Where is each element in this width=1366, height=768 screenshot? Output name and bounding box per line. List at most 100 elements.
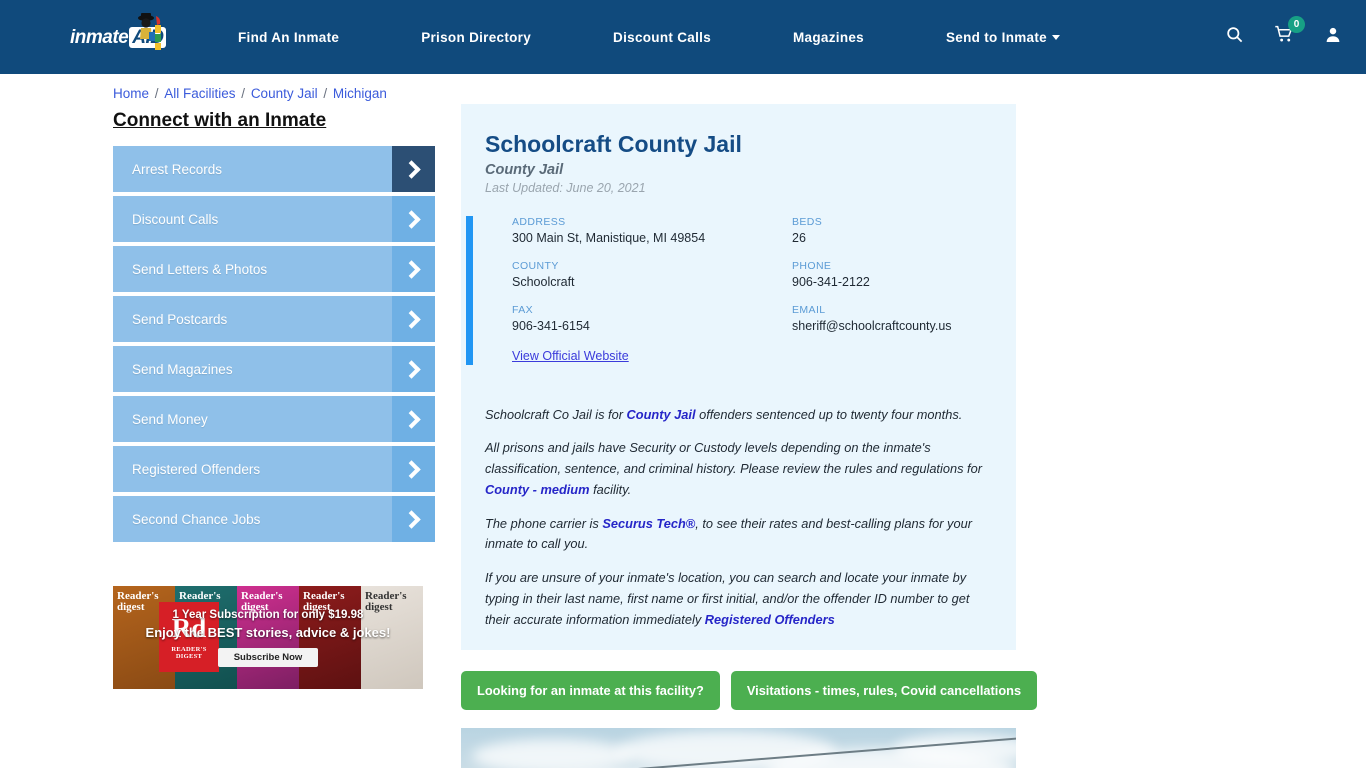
description-paragraph-2: All prisons and jails have Security or C… — [485, 438, 992, 500]
accent-bar — [466, 215, 473, 365]
nav-find-an-inmate[interactable]: Find An Inmate — [238, 30, 339, 45]
sidebar-item-send-postcards[interactable]: Send Postcards — [113, 296, 435, 342]
sidebar-item-label: Send Money — [132, 411, 208, 427]
link-county-medium[interactable]: County - medium — [485, 482, 590, 497]
description-paragraph-4: If you are unsure of your inmate's locat… — [485, 568, 992, 630]
link-securus-tech[interactable]: Securus Tech® — [602, 516, 695, 531]
detail-label: FAX — [512, 303, 534, 316]
sidebar-item-label: Registered Offenders — [132, 461, 261, 477]
ad-cover-image: Reader's digest — [299, 586, 361, 689]
breadcrumb-item-all-facilities[interactable]: All Facilities — [164, 86, 235, 101]
detail-value: Schoolcraft — [512, 274, 575, 289]
nav-discount-calls[interactable]: Discount Calls — [613, 30, 711, 45]
sidebar-item-label: Discount Calls — [132, 211, 219, 227]
page-body: Home / All Facilities / County Jail / Mi… — [0, 74, 1366, 768]
page-title: Schoolcraft County Jail — [485, 131, 742, 157]
link-county-jail[interactable]: County Jail — [627, 407, 696, 422]
nav-magazines[interactable]: Magazines — [793, 30, 864, 45]
chevron-right-icon — [392, 446, 435, 492]
chevron-right-icon — [392, 396, 435, 442]
text-segment: All prisons and jails have Security or C… — [485, 440, 982, 477]
sidebar-item-label: Arrest Records — [132, 161, 223, 177]
detail-label: BEDS — [792, 215, 823, 228]
text-segment: facility. — [589, 481, 632, 497]
sidebar-item-send-magazines[interactable]: Send Magazines — [113, 346, 435, 392]
sidebar: Connect with an Inmate Arrest Records Di… — [113, 74, 435, 768]
chevron-right-icon — [392, 246, 435, 292]
nav-send-to-inmate[interactable]: Send to Inmate — [946, 30, 1060, 45]
breadcrumb-item-home[interactable]: Home — [113, 86, 149, 101]
ad-cover-title: Reader's digest — [303, 590, 345, 613]
sidebar-item-label: Send Postcards — [132, 311, 228, 327]
sidebar-item-registered-offenders[interactable]: Registered Offenders — [113, 446, 435, 492]
detail-label: EMAIL — [792, 303, 826, 316]
main-navigation: Find An Inmate Prison Directory Discount… — [238, 30, 1203, 45]
chevron-right-icon — [392, 146, 435, 192]
sidebar-title: Connect with an Inmate — [113, 110, 327, 131]
facility-photo — [461, 728, 1016, 768]
detail-label: COUNTY — [512, 259, 559, 272]
detail-email: EMAIL sheriff@schoolcraftcounty.us — [792, 304, 992, 333]
sidebar-item-send-money[interactable]: Send Money — [113, 396, 435, 442]
ad-cover-title: Reader's digest — [241, 590, 283, 613]
facility-info-card: Schoolcraft County Jail County Jail Last… — [461, 104, 1016, 651]
chevron-right-icon — [392, 346, 435, 392]
facility-details-grid: ADDRESS 300 Main St, Manistique, MI 4985… — [512, 216, 992, 333]
detail-value: sheriff@schoolcraftcounty.us — [792, 318, 952, 333]
facility-details-block: ADDRESS 300 Main St, Manistique, MI 4985… — [466, 215, 992, 365]
description-paragraph-1: Schoolcraft Co Jail is for County Jail o… — [485, 405, 992, 426]
breadcrumb: Home / All Facilities / County Jail / Mi… — [113, 86, 387, 101]
sidebar-item-second-chance-jobs[interactable]: Second Chance Jobs — [113, 496, 435, 542]
breadcrumb-separator: / — [151, 86, 163, 101]
shopping-cart-icon[interactable]: 0 — [1274, 16, 1305, 49]
site-header: inmateAID Find An Inmate Prison Director… — [0, 0, 1366, 74]
chevron-right-icon — [392, 496, 435, 542]
sidebar-item-send-letters-photos[interactable]: Send Letters & Photos — [113, 246, 435, 292]
sidebar-item-discount-calls[interactable]: Discount Calls — [113, 196, 435, 242]
header-icon-group: 0 — [1225, 16, 1342, 49]
ad-cover-image: Reader's digest — [237, 586, 299, 689]
breadcrumb-separator: / — [319, 86, 331, 101]
main-content: Schoolcraft County Jail County Jail Last… — [435, 74, 1366, 768]
breadcrumb-separator: / — [237, 86, 249, 101]
cta-button-row: Looking for an inmate at this facility? … — [461, 671, 1038, 711]
sidebar-item-label: Send Letters & Photos — [132, 261, 268, 277]
readers-digest-logo: Rd READER'S DIGEST — [159, 602, 219, 672]
text-segment: Schoolcraft Co Jail is for — [485, 406, 627, 422]
chevron-down-icon — [1051, 35, 1060, 41]
nav-prison-directory[interactable]: Prison Directory — [421, 30, 531, 45]
facility-description: Schoolcraft Co Jail is for County Jail o… — [485, 405, 992, 630]
last-updated-text: Last Updated: June 20, 2021 — [485, 180, 646, 195]
sidebar-item-label: Second Chance Jobs — [132, 511, 261, 527]
site-logo[interactable]: inmateAID — [70, 13, 180, 57]
detail-value: 300 Main St, Manistique, MI 49854 — [512, 230, 706, 245]
detail-county: COUNTY Schoolcraft — [512, 260, 792, 289]
sidebar-item-arrest-records[interactable]: Arrest Records — [113, 146, 435, 192]
visitations-button[interactable]: Visitations - times, rules, Covid cancel… — [730, 671, 1038, 711]
breadcrumb-item-county-jail[interactable]: County Jail — [251, 86, 318, 101]
chevron-right-icon — [392, 296, 435, 342]
text-segment: The phone carrier is — [485, 515, 603, 531]
detail-beds: BEDS 26 — [792, 216, 992, 245]
link-registered-offenders[interactable]: Registered Offenders — [705, 612, 835, 627]
search-icon[interactable] — [1225, 25, 1244, 49]
detail-phone: PHONE 906-341-2122 — [792, 260, 992, 289]
description-paragraph-3: The phone carrier is Securus Tech®, to s… — [485, 514, 992, 555]
facility-type: County Jail — [485, 161, 564, 178]
detail-value: 906-341-2122 — [792, 274, 870, 289]
detail-label: PHONE — [792, 259, 832, 272]
breadcrumb-item-michigan[interactable]: Michigan — [333, 86, 387, 101]
ad-cover-image: Reader's digest — [361, 586, 423, 689]
sidebar-item-label: Send Magazines — [132, 361, 233, 377]
detail-address: ADDRESS 300 Main St, Manistique, MI 4985… — [512, 216, 792, 245]
looking-for-inmate-button[interactable]: Looking for an inmate at this facility? — [461, 671, 720, 711]
readers-digest-ad-banner[interactable]: Reader's digest Reader's digest Reader's… — [113, 586, 423, 689]
text-segment: offenders sentenced up to twenty four mo… — [695, 406, 963, 422]
cart-count-badge: 0 — [1288, 16, 1305, 33]
detail-value: 906-341-6154 — [512, 318, 590, 333]
inmate-aid-mascot-icon — [138, 13, 161, 50]
view-official-website-link[interactable]: View Official Website — [512, 349, 629, 363]
user-account-icon[interactable] — [1324, 25, 1342, 49]
detail-label: ADDRESS — [512, 215, 566, 228]
chevron-right-icon — [392, 196, 435, 242]
